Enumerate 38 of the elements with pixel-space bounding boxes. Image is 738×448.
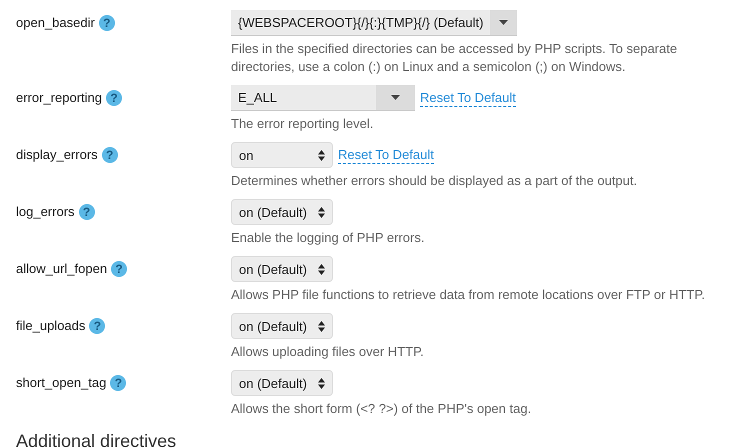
reset-link[interactable]: Reset To Default [420, 90, 516, 106]
directive-label: short_open_tag [16, 375, 106, 390]
reset-link[interactable]: Reset To Default [338, 146, 434, 164]
directive-label: error_reporting [16, 90, 102, 105]
help-icon[interactable]: ? [89, 318, 106, 334]
select-dropdown[interactable]: on (Default) [231, 256, 333, 282]
up-down-arrows-icon [318, 378, 325, 388]
select-dropdown[interactable]: on (Default) [231, 313, 333, 339]
up-down-arrows-icon [318, 264, 325, 274]
up-down-arrows-icon [318, 150, 325, 160]
up-down-arrows-icon [318, 320, 325, 332]
combo-field[interactable]: {WEBSPACEROOT}{/}{:}{TMP}{/} (Default) [231, 10, 517, 36]
select-dropdown[interactable]: on (Default) [231, 199, 333, 225]
help-icon[interactable]: ? [98, 15, 115, 31]
directive-description: The error reporting level. [231, 115, 374, 133]
help-icon[interactable]: ? [110, 375, 126, 391]
directive-description: Allows uploading files over HTTP. [231, 343, 425, 361]
help-icon[interactable]: ? [102, 147, 118, 163]
select-dropdown[interactable]: on (Default) [231, 370, 333, 396]
directive-label: display_errors [16, 147, 98, 162]
help-icon[interactable]: ? [78, 204, 95, 220]
section-heading: Additional directives [16, 431, 178, 448]
directive-label: file_uploads [16, 318, 86, 333]
up-down-arrows-icon [318, 206, 325, 218]
combo-field[interactable]: E_ALL [231, 85, 415, 111]
directive-label: log_errors [16, 204, 75, 219]
directive-label: open_basedir [16, 15, 95, 30]
directive-description: Files in the specified directories can be accessed by PHP scripts. To separate directories, use a colon (:) on Linux and a semicolon (;) on Windows. [231, 40, 678, 76]
directive-description: Enable the logging of PHP errors. [231, 229, 426, 247]
caret-icon [391, 95, 400, 100]
caret-icon [499, 20, 508, 25]
directive-description: Allows PHP file functions to retrieve data from remote locations over FTP or HTTP. [231, 286, 706, 304]
directive-label: allow_url_fopen [16, 261, 108, 276]
help-icon[interactable]: ? [106, 90, 122, 106]
help-icon[interactable]: ? [111, 261, 128, 277]
directive-description: Determines whether errors should be displayed as a part of the output. [231, 172, 638, 190]
directive-description: Allows the short form (<? ?>) of the PHP's open tag. [231, 400, 532, 418]
select-dropdown[interactable]: on [231, 142, 333, 168]
